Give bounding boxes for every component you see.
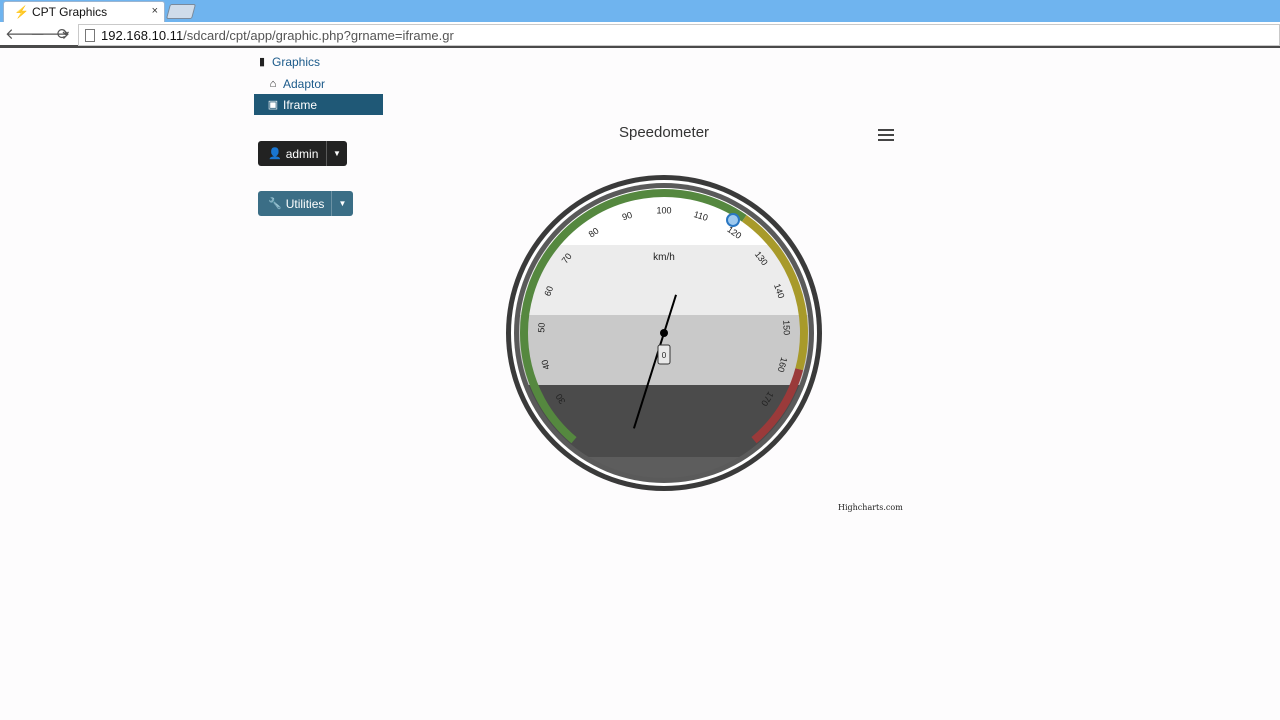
- utilities-button[interactable]: 🔧 Utilities: [258, 191, 331, 216]
- chart-title: Speedometer: [618, 124, 710, 141]
- sidebar-item-adaptor[interactable]: ⌂ Adaptor: [254, 73, 383, 94]
- sidebar-item-label: Graphics: [272, 54, 321, 69]
- admin-button-group: 👤 admin ▼: [258, 141, 347, 166]
- sidebar-item-iframe[interactable]: ▣ Iframe: [254, 94, 383, 115]
- forward-arrow-icon[interactable]: 🡒: [30, 26, 70, 44]
- address-bar[interactable]: 192.168.10.11/sdcard/cpt/app/graphic.php…: [78, 24, 1280, 46]
- url-path: /sdcard/cpt/app/graphic.php?grname=ifram…: [183, 27, 454, 43]
- back-arrow-icon[interactable]: 🡐: [5, 26, 45, 44]
- gauge-pivot: [660, 329, 668, 337]
- close-tab-icon[interactable]: ×: [152, 5, 158, 17]
- tab-title: CPT Graphics: [32, 5, 108, 19]
- browser-tab-bar: ⚡ CPT Graphics ×: [0, 0, 1280, 22]
- browser-toolbar: 🡐 🡒 ⟳ 192.168.10.11/sdcard/cpt/app/graph…: [0, 22, 1280, 48]
- browser-tab[interactable]: ⚡ CPT Graphics ×: [3, 1, 165, 22]
- home-icon: ⌂: [269, 77, 277, 90]
- gauge-marker-dot: [726, 213, 740, 227]
- gauge-tick-label: 100: [656, 205, 671, 215]
- utilities-button-group: 🔧 Utilities ▼: [258, 191, 353, 216]
- speedometer-gauge: 30405060708090 100 110120130140150160170 k…: [506, 175, 822, 491]
- admin-dropdown-caret-icon[interactable]: ▼: [326, 141, 347, 166]
- sidebar-item-label: Iframe: [283, 97, 318, 112]
- url-host: 192.168.10.11: [101, 27, 184, 43]
- highcharts-credits-link[interactable]: Highcharts.com: [838, 503, 903, 512]
- sidebar-item-label: Adaptor: [283, 76, 326, 91]
- bolt-icon: ⚡: [14, 5, 29, 19]
- admin-label: admin: [285, 146, 319, 161]
- utilities-label: Utilities: [285, 196, 325, 211]
- book-icon: ▮: [258, 56, 266, 68]
- page-icon: [85, 28, 95, 42]
- reload-icon[interactable]: ⟳: [54, 26, 72, 44]
- new-tab-button[interactable]: [165, 4, 197, 19]
- admin-button[interactable]: 👤 admin: [258, 141, 326, 166]
- gauge-value-label: 0: [662, 351, 667, 360]
- picture-icon: ▣: [267, 99, 279, 111]
- user-icon: 👤: [268, 148, 282, 160]
- utilities-dropdown-caret-icon[interactable]: ▼: [331, 191, 353, 216]
- gauge-tick-label: 150: [781, 320, 792, 335]
- sidebar-item-graphics[interactable]: ▮ Graphics: [254, 51, 383, 72]
- wrench-icon: 🔧: [268, 198, 282, 210]
- gauge-tick-label: 50: [536, 322, 546, 332]
- gauge-unit-label: km/h: [653, 252, 675, 263]
- hamburger-menu-icon[interactable]: [878, 129, 894, 141]
